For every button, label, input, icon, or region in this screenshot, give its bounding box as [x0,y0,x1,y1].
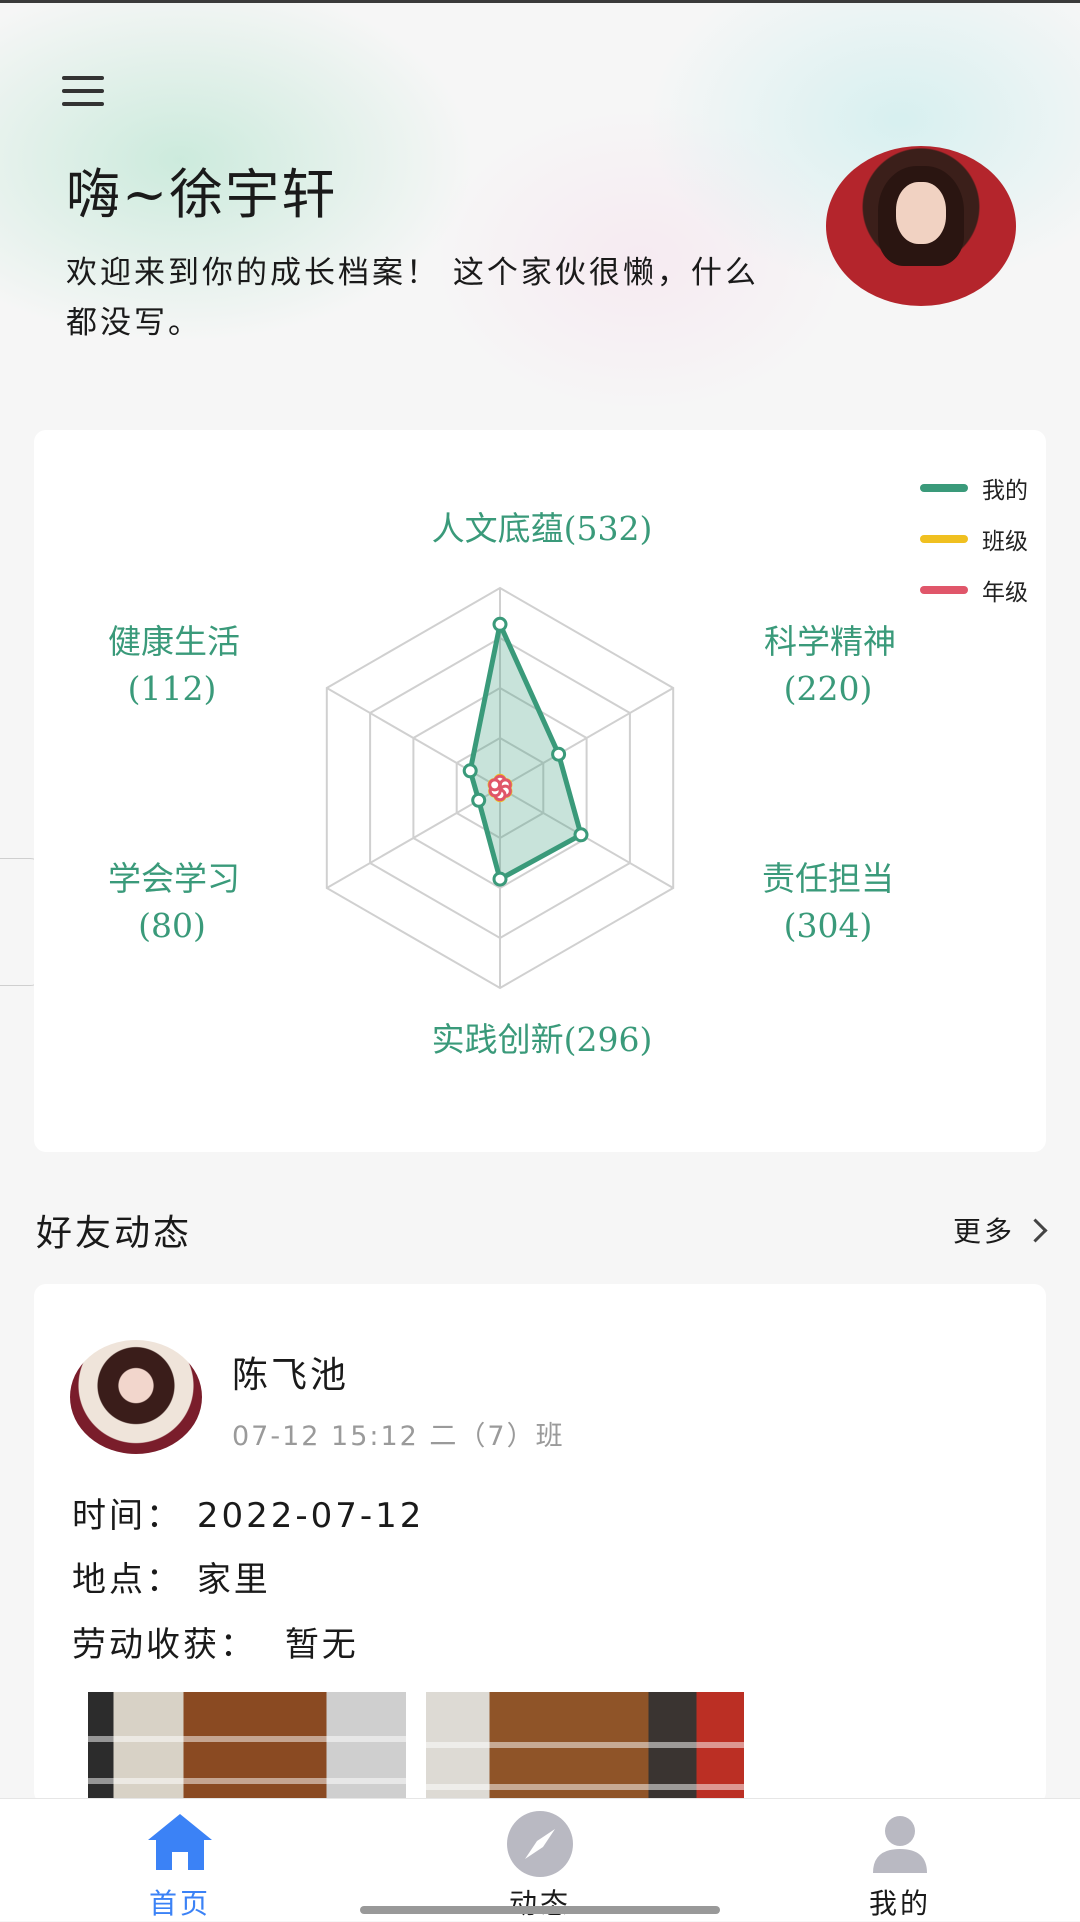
radar-series [462,616,589,887]
post-meta: 07-12 15:12 二（7）班 [232,1421,565,1452]
axis-label-science-value: (220) [784,669,873,708]
post-place-row: 地点： 家里 [72,1552,271,1601]
tab-me-label: 我的 [868,1887,931,1920]
post-time-row: 时间： 2022-07-12 [72,1488,424,1537]
tab-dynamics-label: 动态 [508,1887,571,1920]
axis-label-learning-name: 学会学习 [108,859,240,898]
axis-label-learning-value: (80) [138,906,206,945]
radar-point-1-6 [462,763,478,779]
person-icon [873,1816,927,1873]
axis-label-science-name: 科学精神 [764,622,896,661]
radar-point-1-4 [492,871,508,887]
post-harvest-label: 劳动收获： [72,1625,257,1665]
post-photo-2[interactable] [426,1692,744,1802]
axis-label-health-value: (112) [128,669,217,708]
home-icon [148,1814,212,1870]
radar-point-1-5 [471,792,487,808]
chevron-right-icon [1023,1217,1048,1243]
axis-label-responsibility-value: (304) [784,906,873,945]
post-harvest-value: 暂无 [284,1625,359,1665]
post-harvest-row: 劳动收获： 暂无 [72,1617,359,1666]
axis-label-health-name: 健康生活 [108,622,240,661]
radar-point-1-1 [492,616,508,632]
post-photo-1[interactable] [88,1692,406,1802]
tab-me[interactable]: 我的 [820,1808,980,1920]
compass-icon [507,1811,573,1877]
tab-home-label: 首页 [148,1887,211,1920]
more-link[interactable]: 更多 [952,1210,1048,1250]
friend-name: 陈飞池 [232,1355,350,1396]
home-indicator [360,1906,720,1914]
radar-point-1-2 [551,746,567,762]
friends-section-title: 好友动态 [36,1213,193,1254]
axis-label-innovation: 实践创新(296) [432,1020,653,1059]
tab-home[interactable]: 首页 [100,1808,260,1920]
post-place-label: 地点： [72,1560,183,1600]
post-place-value: 家里 [196,1560,271,1600]
post-time-value: 2022-07-12 [196,1496,425,1536]
post-time-label: 时间： [72,1496,183,1536]
axis-label-humanities: 人文底蕴(532) [432,509,653,548]
friend-avatar[interactable] [70,1340,202,1454]
tab-dynamics[interactable]: 动态 [460,1808,620,1920]
axis-label-responsibility-name: 责任担当 [762,859,894,898]
radar-point-3-6 [488,778,502,792]
more-label: 更多 [952,1215,1015,1248]
radar-point-1-3 [573,827,589,843]
